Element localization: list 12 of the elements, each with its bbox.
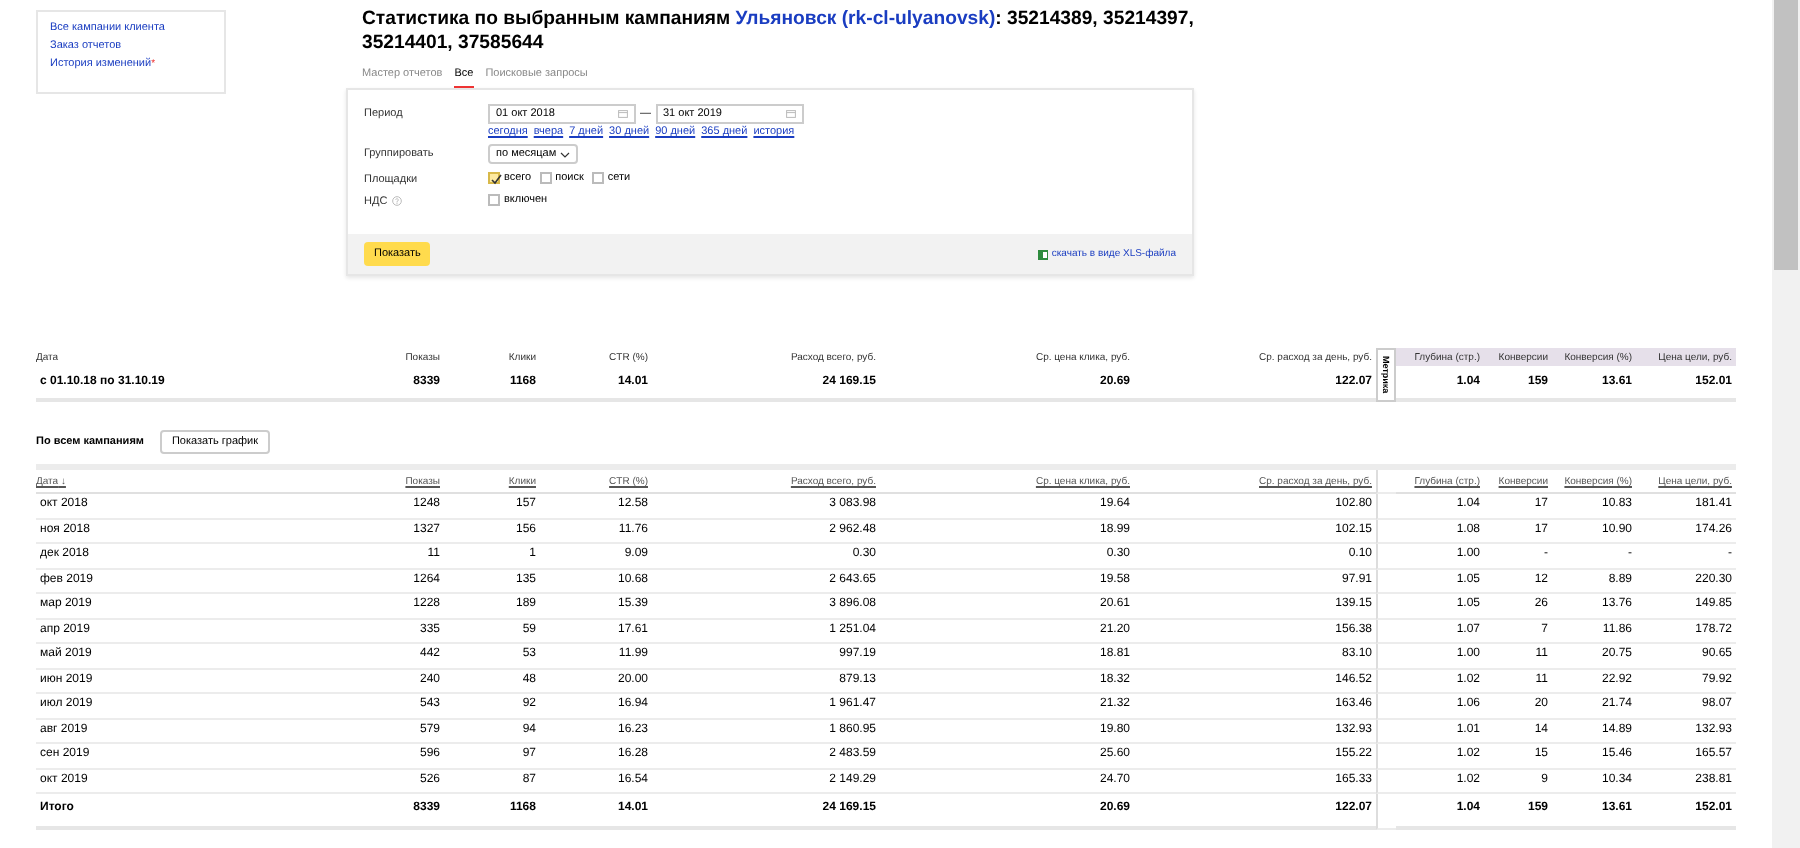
checkbox[interactable]	[488, 172, 500, 184]
checkbox[interactable]	[539, 172, 552, 184]
checkbox[interactable]	[591, 172, 604, 184]
page-title: Статистика по выбранным кампаниям Ульяновск (rk-cl-ulyanovsk): 35214389, 35214397, 35214401, 37585644	[362, 8, 1196, 56]
checkbox[interactable]	[488, 194, 500, 206]
spreadsheet-icon	[1037, 249, 1048, 259]
calendar-icon[interactable]	[785, 110, 795, 118]
calendar-icon[interactable]	[618, 110, 628, 118]
caret-icon	[560, 151, 571, 157]
client-link[interactable]: Ульяновск (rk-cl-ulyanovsk)	[735, 8, 996, 30]
help-icon[interactable]	[391, 196, 402, 207]
scrollbar[interactable]	[1772, 0, 1800, 848]
